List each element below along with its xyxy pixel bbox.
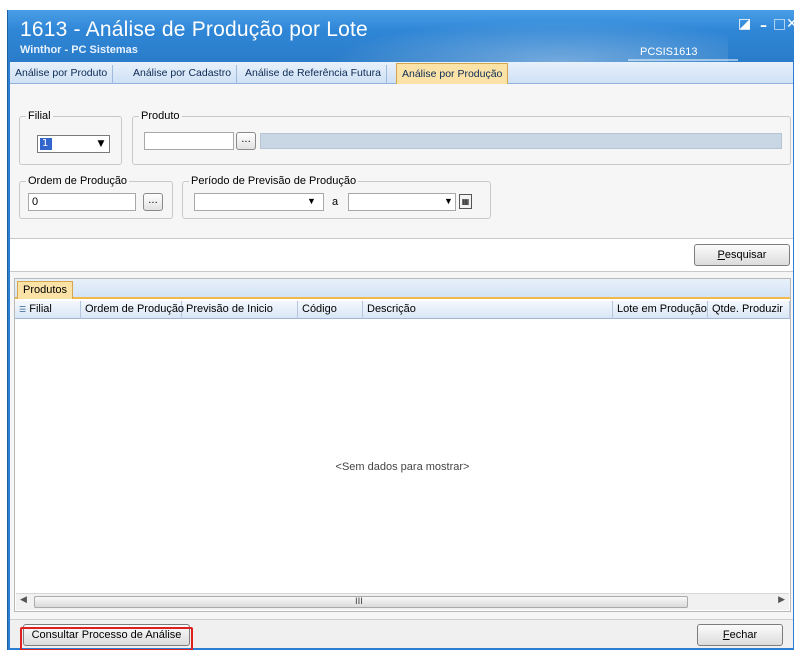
- periodo-legend: Período de Previsão de Produção: [191, 175, 357, 187]
- code-underline: [628, 59, 738, 61]
- filial-legend: Filial: [28, 110, 51, 122]
- close-icon[interactable]: ✕: [786, 16, 794, 32]
- column-header-descricao[interactable]: Descrição: [363, 301, 613, 319]
- column-header-filial[interactable]: ☰ Filial: [15, 301, 81, 319]
- grid-header: ☰ Filial Ordem de Produção Previsão de I…: [15, 301, 790, 319]
- scrollbar-thumb[interactable]: III: [34, 596, 688, 608]
- calendar-icon[interactable]: ▦: [459, 194, 472, 209]
- program-code: PCSIS1613: [640, 46, 698, 58]
- column-header-lote-producao[interactable]: Lote em Produção: [613, 301, 708, 319]
- empty-grid-message: <Sem dados para mostrar>: [335, 461, 470, 473]
- ordem-lookup-button[interactable]: ...: [143, 193, 163, 211]
- client-area: Análise por Produto Análise por Cadastro…: [10, 62, 793, 650]
- tab-analise-por-produto[interactable]: Análise por Produto: [10, 65, 114, 84]
- produto-description-field: [260, 133, 782, 149]
- grid-tab-strip: Produtos: [15, 279, 790, 299]
- app-window: 1613 - Análise de Produção por Lote Wint…: [7, 10, 794, 650]
- periodo-end-input[interactable]: [348, 193, 456, 211]
- periodo-end-dropdown-icon[interactable]: ▼: [444, 196, 453, 206]
- pesquisar-button[interactable]: Pesquisar: [694, 244, 790, 266]
- restore-icon[interactable]: ◪: [738, 16, 751, 32]
- tab-strip: Análise por Produto Análise por Cadastro…: [10, 62, 793, 84]
- produto-legend: Produto: [141, 110, 180, 122]
- column-header-previsao-inicio[interactable]: Previsão de Inicio: [182, 301, 298, 319]
- scroll-right-icon[interactable]: ▶: [778, 595, 785, 605]
- tab-analise-referencia-futura[interactable]: Análise de Referência Futura: [240, 65, 387, 84]
- window-subtitle: Winthor - PC Sistemas: [20, 44, 138, 56]
- maximize-icon[interactable]: □: [773, 16, 786, 32]
- search-band: Pesquisar: [10, 238, 793, 272]
- periodo-start-input[interactable]: [194, 193, 324, 211]
- minimize-icon[interactable]: –: [760, 18, 767, 34]
- chevron-down-icon[interactable]: ▼: [94, 137, 108, 151]
- filial-select[interactable]: 1 ▼: [37, 135, 110, 153]
- periodo-start-dropdown-icon[interactable]: ▼: [307, 196, 316, 206]
- window-title: 1613 - Análise de Produção por Lote: [20, 18, 368, 41]
- scrollbar-grip: III: [355, 597, 363, 607]
- scroll-left-icon[interactable]: ◀: [20, 595, 27, 605]
- periodo-separator: a: [332, 196, 339, 208]
- produto-code-input[interactable]: [144, 132, 234, 150]
- ordem-legend: Ordem de Produção: [28, 175, 128, 187]
- tab-analise-por-cadastro[interactable]: Análise por Cadastro: [128, 65, 238, 84]
- produtos-grid-panel: Produtos ☰ Filial Ordem de Produção Prev…: [14, 278, 791, 612]
- ordem-producao-input[interactable]: 0: [28, 193, 136, 211]
- column-header-codigo[interactable]: Código: [298, 301, 363, 319]
- column-header-qtde-produzir[interactable]: Qtde. Produzir: [708, 301, 790, 319]
- tab-analise-por-producao[interactable]: Análise por Produção: [396, 63, 509, 84]
- highlight-box: [20, 627, 193, 650]
- fechar-button[interactable]: Fechar: [697, 624, 783, 646]
- column-chooser-icon[interactable]: ☰: [19, 305, 26, 314]
- produto-lookup-button[interactable]: ...: [236, 132, 256, 150]
- column-header-ordem-producao[interactable]: Ordem de Produção: [81, 301, 184, 319]
- filial-value: 1: [40, 138, 52, 150]
- title-bar[interactable]: 1613 - Análise de Produção por Lote Wint…: [8, 10, 794, 62]
- horizontal-scrollbar[interactable]: ◀ III ▶: [16, 593, 789, 610]
- tab-produtos[interactable]: Produtos: [17, 281, 74, 299]
